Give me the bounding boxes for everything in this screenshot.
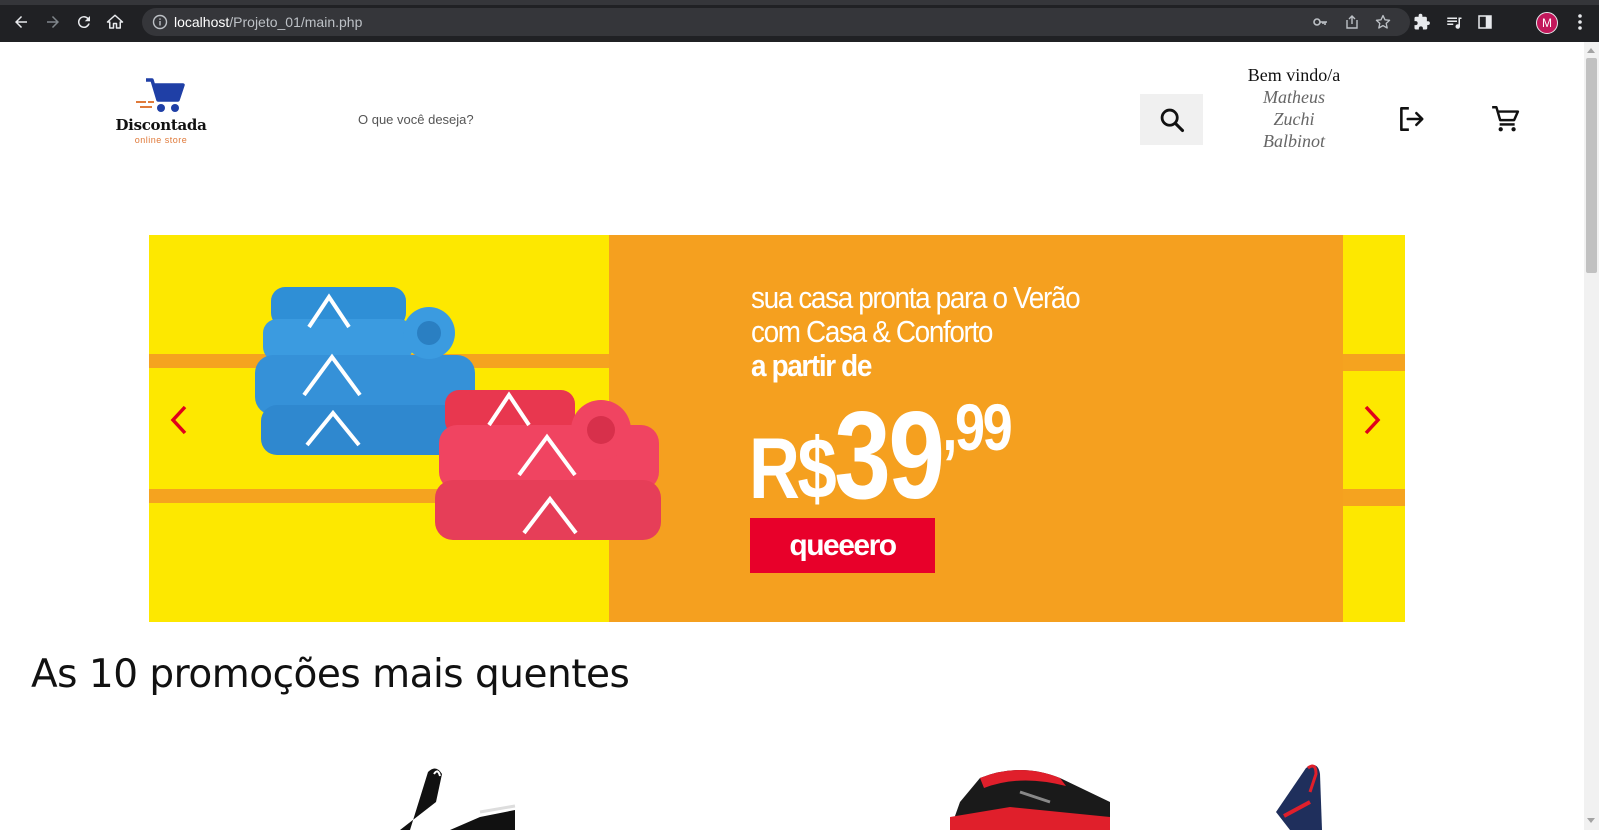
promo-banner[interactable]: sua casa pronta para o Verão com Casa & …	[149, 235, 1405, 622]
chevron-right-icon	[1364, 405, 1381, 435]
banner-headline: sua casa pronta para o Verão com Casa & …	[751, 280, 1081, 383]
brand-tagline: online store	[134, 135, 188, 145]
url-host: localhost	[174, 14, 230, 30]
product-card[interactable]	[1270, 762, 1330, 830]
info-icon[interactable]	[152, 14, 168, 30]
brand-name: Discontada	[115, 116, 207, 134]
banner-headline-line3: a partir de	[751, 348, 872, 383]
cart-icon	[1492, 106, 1520, 132]
price-currency: R$	[749, 421, 837, 517]
key-icon[interactable]	[1312, 14, 1328, 30]
url-text: localhost/Projeto_01/main.php	[174, 14, 362, 30]
sneaker-image	[950, 770, 1110, 830]
share-icon[interactable]	[1344, 14, 1360, 30]
logout-icon	[1400, 107, 1424, 131]
address-bar[interactable]: localhost/Projeto_01/main.php	[142, 8, 1410, 36]
cart-button[interactable]	[1488, 102, 1522, 134]
welcome-message: Bem vindo/a Matheus Zuchi Balbinot	[1246, 64, 1342, 152]
back-icon[interactable]	[10, 11, 32, 33]
search-button[interactable]	[1140, 94, 1203, 145]
chevron-left-icon	[170, 405, 187, 435]
price-cents: ,99	[942, 390, 1012, 464]
price-integer: 39	[834, 387, 945, 525]
scroll-up-arrow-icon[interactable]	[1587, 48, 1595, 53]
tab-strip	[0, 0, 1599, 5]
logout-button[interactable]	[1394, 104, 1428, 134]
search-icon	[1160, 108, 1184, 132]
profile-avatar[interactable]: M	[1536, 12, 1558, 34]
product-card[interactable]	[390, 762, 530, 830]
search-input[interactable]	[358, 104, 1118, 134]
extensions-icon[interactable]	[1411, 11, 1433, 33]
towels-image	[255, 287, 661, 540]
banner-headline-line2: com Casa & Conforto	[751, 314, 993, 349]
page-scrollbar[interactable]	[1584, 42, 1599, 830]
banner-price: R$39,99	[749, 385, 1013, 527]
home-icon[interactable]	[104, 11, 126, 33]
sneaker-image	[400, 768, 516, 830]
browser-toolbar: localhost/Projeto_01/main.php M	[0, 0, 1599, 42]
product-card[interactable]	[950, 762, 1120, 830]
menu-icon[interactable]	[1572, 12, 1588, 32]
carousel-next-button[interactable]	[1357, 400, 1387, 440]
forward-icon[interactable]	[42, 11, 64, 33]
banner-cta-button[interactable]: queeero	[750, 518, 935, 573]
user-name: Matheus Zuchi Balbinot	[1263, 87, 1325, 151]
logo-cart-icon	[136, 78, 185, 112]
site-logo[interactable]: Discontada online store	[110, 74, 212, 148]
url-path: /Projeto_01/main.php	[229, 14, 363, 30]
star-icon[interactable]	[1375, 14, 1391, 30]
welcome-label: Bem vindo/a	[1247, 65, 1341, 85]
carousel-prev-button[interactable]	[164, 400, 194, 440]
section-title: As 10 promoções mais quentes	[31, 652, 630, 697]
media-icon[interactable]	[1443, 11, 1465, 33]
sidepanel-icon[interactable]	[1474, 11, 1496, 33]
scroll-down-arrow-icon[interactable]	[1587, 818, 1595, 823]
reload-icon[interactable]	[73, 11, 95, 33]
sneaker-image	[1276, 764, 1322, 830]
banner-headline-line1: sua casa pronta para o Verão	[751, 280, 1081, 315]
scroll-thumb[interactable]	[1586, 58, 1597, 273]
